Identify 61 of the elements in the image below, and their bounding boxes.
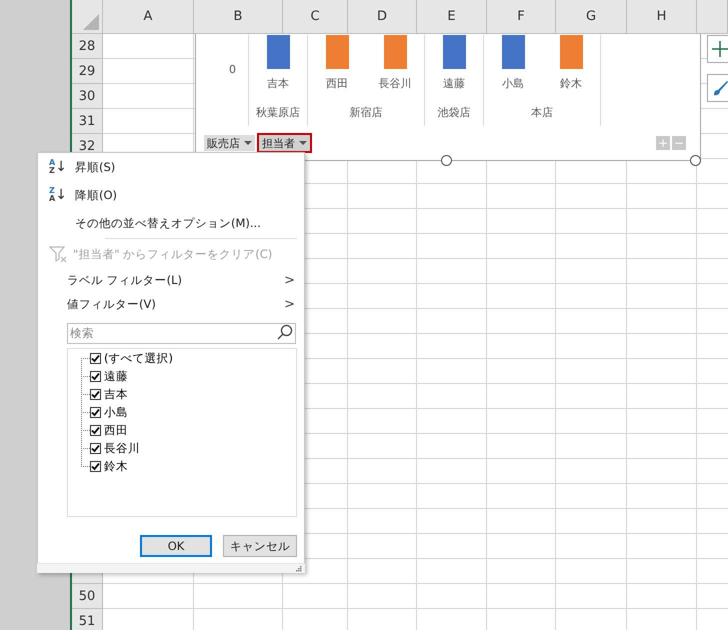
checkbox[interactable] xyxy=(90,460,101,472)
resize-grip-icon[interactable] xyxy=(296,566,302,572)
group-label: 本店 xyxy=(530,104,554,120)
row-header[interactable]: 28 xyxy=(72,34,102,59)
chart-elements-button[interactable] xyxy=(707,35,728,63)
category-label: 小島 xyxy=(502,76,524,92)
column-header[interactable]: G xyxy=(556,0,627,34)
select-all-icon xyxy=(83,14,99,30)
column-header[interactable]: E xyxy=(417,0,487,34)
category-label: 鈴木 xyxy=(560,76,582,92)
row-header[interactable]: 30 xyxy=(72,84,102,109)
menu-item[interactable]: 値フィルター(V) > xyxy=(37,292,303,316)
menu-item[interactable]: 降順(O) xyxy=(71,188,118,202)
chevron-icon: > xyxy=(284,272,295,288)
row-header[interactable]: 29 xyxy=(72,59,102,84)
column-header[interactable]: A xyxy=(103,0,194,34)
cancel-button[interactable]: キャンセル xyxy=(223,535,297,557)
column-header[interactable]: D xyxy=(348,0,417,34)
column-header[interactable]: H xyxy=(627,0,697,34)
search-icon xyxy=(277,324,293,340)
checkbox[interactable] xyxy=(90,424,101,436)
column-header[interactable]: B xyxy=(194,0,283,34)
row-header[interactable]: 50 xyxy=(72,584,102,609)
menu-item[interactable]: ラベル フィルター(L) > xyxy=(37,268,303,292)
checkbox-label[interactable]: 遠藤 xyxy=(104,368,128,384)
checkbox[interactable] xyxy=(90,388,101,400)
clear-filter-icon xyxy=(49,245,67,263)
search-field[interactable]: 検索 xyxy=(67,322,296,344)
dropdown-arrow-icon xyxy=(244,141,252,145)
menu-item[interactable]: その他の並べ替えオプション(M)... xyxy=(37,216,261,230)
plus-icon xyxy=(712,41,728,57)
axis-label: 0 xyxy=(229,63,236,76)
field-button[interactable]: 販売店 xyxy=(202,133,257,153)
checkbox[interactable] xyxy=(90,370,101,382)
category-label: 長谷川 xyxy=(378,76,412,92)
brush-icon xyxy=(712,80,728,96)
checkbox-label[interactable]: 長谷川 xyxy=(104,440,140,456)
ok-button[interactable]: OK xyxy=(140,535,212,557)
category-label: 吉本 xyxy=(267,76,289,92)
checkbox[interactable] xyxy=(90,352,101,364)
group-label: 池袋店 xyxy=(436,104,472,120)
category-label: 西田 xyxy=(326,76,348,92)
checkbox[interactable] xyxy=(90,442,101,454)
checkbox-label[interactable]: (すべて選択) xyxy=(104,350,173,366)
column-header[interactable]: F xyxy=(487,0,556,34)
row-header[interactable]: 51 xyxy=(72,609,102,630)
checkbox-label[interactable]: 鈴木 xyxy=(104,458,128,474)
field-button[interactable]: 担当者 xyxy=(257,133,312,153)
checkbox-label[interactable]: 吉本 xyxy=(104,386,128,402)
checkbox-label[interactable]: 西田 xyxy=(104,422,128,438)
column-header[interactable]: C xyxy=(283,0,348,34)
chart-styles-button[interactable] xyxy=(707,74,728,102)
category-label: 遠藤 xyxy=(443,76,465,92)
group-label: 新宿店 xyxy=(348,104,384,120)
group-label: 秋葉原店 xyxy=(255,104,301,120)
checkbox-label[interactable]: 小島 xyxy=(104,404,128,420)
row-header[interactable]: 31 xyxy=(72,109,102,134)
dropdown-arrow-icon xyxy=(299,141,307,145)
chevron-icon: > xyxy=(284,296,295,312)
checkbox[interactable] xyxy=(90,406,101,418)
menu-item[interactable]: 昇順(S) xyxy=(71,160,116,174)
